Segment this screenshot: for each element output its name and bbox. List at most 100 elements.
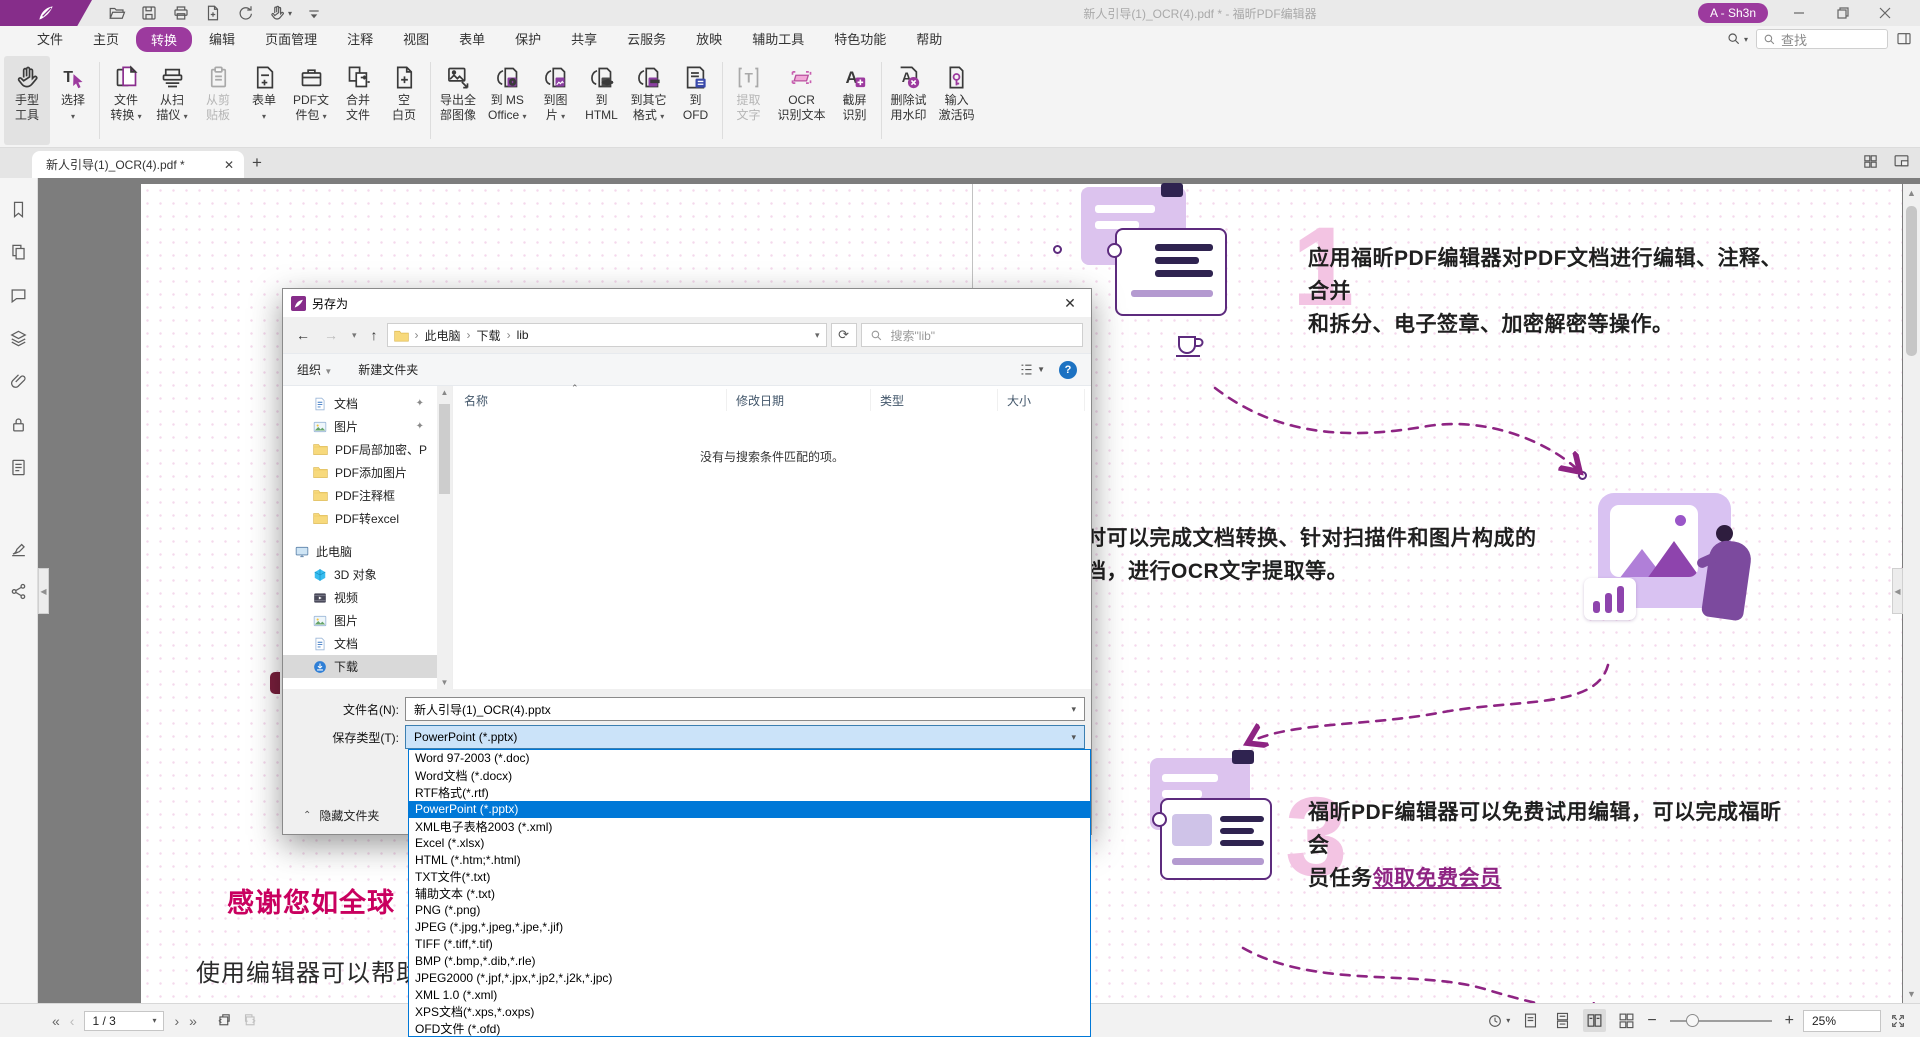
ribbon-button-to-image[interactable]: 到图片 ▾ <box>533 56 579 145</box>
breadcrumb-segment[interactable]: 下载 <box>477 327 501 344</box>
type-option-5[interactable]: XML电子表格2003 (*.xml) <box>409 818 1090 835</box>
file-list[interactable]: 名称修改日期类型大小 ⌃ 没有与搜索条件匹配的项。 <box>453 386 1091 689</box>
filename-history-caret[interactable]: ▾ <box>1071 704 1076 715</box>
next-page-icon[interactable]: › <box>174 1013 179 1029</box>
ribbon-button-convert-files[interactable]: 文件转换 ▾ <box>103 56 149 145</box>
ribbon-button-blank-page[interactable]: 空白页 <box>381 56 427 145</box>
scroll-down-icon[interactable]: ▼ <box>1903 989 1920 999</box>
tree-scroll-down-icon[interactable]: ▼ <box>437 678 452 687</box>
left-panel-collapse-handle[interactable]: ◀ <box>38 568 49 614</box>
ribbon-button-to-office[interactable]: O到 MSOffice ▾ <box>482 56 532 145</box>
continuous-view-icon[interactable] <box>1551 1009 1574 1032</box>
previous-page-icon[interactable]: ‹ <box>70 1013 75 1029</box>
share-icon[interactable] <box>9 582 28 601</box>
type-option-3[interactable]: RTF格式(*.rtf) <box>409 784 1090 801</box>
scroll-up-icon[interactable]: ▲ <box>1903 188 1920 198</box>
menu-item-6[interactable]: 注释 <box>334 27 386 52</box>
tree-scroll-up-icon[interactable]: ▲ <box>437 388 452 397</box>
type-option-4[interactable]: PowerPoint (*.pptx) <box>409 801 1090 818</box>
refresh-icon[interactable]: ⟳ <box>831 323 857 347</box>
restore-button[interactable] <box>1826 0 1860 26</box>
view-mode-icon[interactable]: ▼ <box>1019 362 1045 377</box>
tree-item-10[interactable]: 图片 <box>283 609 438 632</box>
tree-item-7[interactable]: 此电脑 <box>283 540 438 563</box>
ribbon-button-select[interactable]: T选择▾ <box>50 56 96 145</box>
type-option-1[interactable]: Word 97-2003 (*.doc) <box>409 750 1090 767</box>
tree-item-1[interactable]: 文档✦ <box>283 392 438 415</box>
hide-folders-button[interactable]: ⌃ 隐藏文件夹 <box>303 807 379 824</box>
right-panel-collapse-handle[interactable]: ◀ <box>1892 568 1903 614</box>
menu-item-8[interactable]: 表单 <box>446 27 498 52</box>
menu-item-14[interactable]: 特色功能 <box>821 27 899 52</box>
vertical-scrollbar[interactable]: ▲ ▼ <box>1903 184 1920 1003</box>
tab-close-icon[interactable]: ✕ <box>224 158 234 172</box>
tree-item-11[interactable]: 文档 <box>283 632 438 655</box>
bookmark-icon[interactable] <box>9 200 28 219</box>
print-icon[interactable] <box>172 4 190 22</box>
type-option-10[interactable]: PNG (*.png) <box>409 902 1090 919</box>
menu-item-12[interactable]: 放映 <box>683 27 735 52</box>
next-view-icon[interactable] <box>242 1012 259 1029</box>
organize-button[interactable]: 组织 ▼ <box>297 361 332 378</box>
filename-input[interactable]: 新人引导(1)_OCR(4).pptx ▾ <box>405 697 1085 721</box>
new-tab-button[interactable]: + <box>252 153 262 173</box>
facing-continuous-view-icon[interactable] <box>1615 1009 1638 1032</box>
float-window-icon[interactable] <box>1893 153 1910 170</box>
type-option-17[interactable]: OFD文件 (*.ofd) <box>409 1020 1090 1037</box>
type-option-15[interactable]: XML 1.0 (*.xml) <box>409 986 1090 1003</box>
type-option-11[interactable]: JPEG (*.jpg,*.jpeg,*.jpe,*.jif) <box>409 919 1090 936</box>
first-page-icon[interactable]: « <box>52 1013 60 1029</box>
menu-item-10[interactable]: 共享 <box>558 27 610 52</box>
breadcrumb-segment[interactable]: lib <box>517 328 529 342</box>
ribbon-button-ocr[interactable]: OCR识别文本 <box>772 56 832 145</box>
ribbon-button-scanner[interactable]: 从扫描仪 ▾ <box>149 56 195 145</box>
nav-up-icon[interactable]: ↑ <box>366 327 383 343</box>
ribbon-button-combine[interactable]: 合并文件 <box>335 56 381 145</box>
zoom-out-icon[interactable]: − <box>1647 1012 1656 1030</box>
tree-item-5[interactable]: PDF注释框 <box>283 484 438 507</box>
column-header-4[interactable]: 大小 <box>998 389 1085 411</box>
ribbon-button-to-ofd[interactable]: 到OFD <box>673 56 719 145</box>
minimize-button[interactable] <box>1782 0 1816 26</box>
ribbon-button-hand[interactable]: 手型工具 <box>4 56 50 145</box>
ribbon-button-export-images[interactable]: 导出全部图像 <box>434 56 482 145</box>
zoom-slider[interactable] <box>1670 1020 1772 1022</box>
find-input[interactable]: 查找 <box>1756 29 1888 49</box>
column-header-2[interactable]: 修改日期 <box>727 389 871 411</box>
close-button[interactable] <box>1868 0 1902 26</box>
single-page-view-icon[interactable] <box>1519 1009 1542 1032</box>
claim-free-membership-link[interactable]: 领取免费会员 <box>1373 867 1502 890</box>
nav-back-icon[interactable]: ← <box>291 327 315 343</box>
customize-quick-access-icon[interactable] <box>306 5 322 21</box>
menu-item-11[interactable]: 云服务 <box>614 27 679 52</box>
menu-item-5[interactable]: 页面管理 <box>252 27 330 52</box>
dialog-close-icon[interactable]: ✕ <box>1049 289 1091 317</box>
page-number-box[interactable]: 1 / 3 ▾ <box>84 1011 164 1031</box>
grid-view-icon[interactable] <box>1862 153 1879 170</box>
help-icon[interactable]: ? <box>1059 361 1077 379</box>
save-type-caret[interactable]: ▾ <box>1071 732 1076 743</box>
nav-forward-icon[interactable]: → <box>319 327 343 343</box>
previous-view-icon[interactable] <box>215 1012 232 1029</box>
collapse-ribbon-icon[interactable] <box>1896 31 1912 47</box>
page-thumbnails-icon[interactable] <box>9 243 28 262</box>
type-option-13[interactable]: BMP (*.bmp,*.dib,*.rle) <box>409 953 1090 970</box>
account-badge[interactable]: A - Sh3n <box>1698 3 1768 23</box>
column-header-1[interactable]: 名称 <box>455 389 727 411</box>
address-breadcrumb[interactable]: ›此电脑›下载›lib ▾ <box>387 323 827 347</box>
menu-item-1[interactable]: 文件 <box>24 27 76 52</box>
ribbon-button-form[interactable]: 表单▾ <box>241 56 287 145</box>
tree-item-3[interactable]: PDF局部加密、P <box>283 438 438 461</box>
menu-item-15[interactable]: 帮助 <box>903 27 955 52</box>
scrollbar-thumb[interactable] <box>1906 206 1917 356</box>
tree-item-2[interactable]: 图片✦ <box>283 415 438 438</box>
new-folder-button[interactable]: 新建文件夹 <box>358 361 418 378</box>
zoom-in-icon[interactable]: + <box>1785 1012 1794 1030</box>
type-option-8[interactable]: TXT文件(*.txt) <box>409 868 1090 885</box>
find-replace-icon[interactable]: ▾ <box>1726 31 1748 47</box>
type-option-9[interactable]: 辅助文本 (*.txt) <box>409 885 1090 902</box>
ribbon-button-to-other[interactable]: ⋯到其它格式 ▾ <box>625 56 673 145</box>
page-box-caret[interactable]: ▾ <box>152 1016 156 1025</box>
save-type-combobox[interactable]: PowerPoint (*.pptx) ▾ <box>405 725 1085 749</box>
comments-icon[interactable] <box>9 286 28 305</box>
